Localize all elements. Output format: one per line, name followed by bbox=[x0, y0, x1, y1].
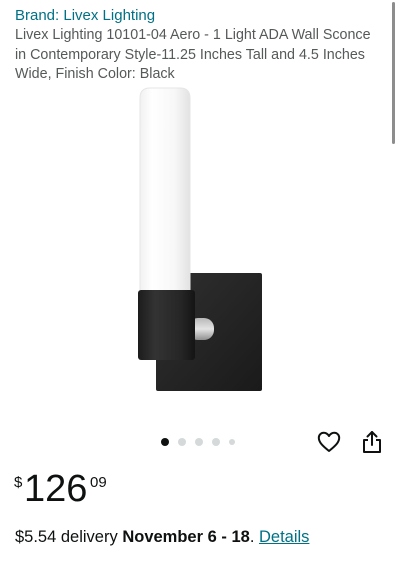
delivery-separator: . bbox=[249, 528, 259, 546]
share-button[interactable] bbox=[358, 428, 386, 456]
wishlist-button[interactable] bbox=[315, 428, 343, 456]
price-currency-symbol: $ bbox=[14, 474, 23, 491]
carousel-dot[interactable] bbox=[195, 438, 203, 446]
product-title: Livex Lighting 10101-04 Aero - 1 Light A… bbox=[15, 27, 371, 82]
heart-icon bbox=[317, 431, 341, 452]
delivery-details-link[interactable]: Details bbox=[259, 528, 309, 546]
product-detail-page: Brand: Livex Lighting Livex Lighting 101… bbox=[0, 0, 400, 563]
share-icon bbox=[363, 431, 381, 453]
product-image[interactable] bbox=[128, 84, 268, 400]
carousel-dot[interactable] bbox=[161, 438, 169, 446]
delivery-info: $5.54 delivery November 6 - 18. Details bbox=[15, 527, 309, 547]
wall-sconce-image bbox=[138, 87, 262, 391]
delivery-cost: $5.54 delivery bbox=[15, 528, 123, 546]
carousel-dot[interactable] bbox=[212, 438, 220, 446]
scrollbar[interactable] bbox=[392, 2, 395, 144]
carousel-dot[interactable] bbox=[178, 438, 186, 446]
image-carousel-dots[interactable] bbox=[161, 437, 244, 447]
delivery-date: November 6 - 18 bbox=[122, 528, 250, 546]
price-fraction: 09 bbox=[90, 474, 107, 491]
price-whole: 126 bbox=[24, 468, 88, 510]
carousel-dot[interactable] bbox=[229, 439, 235, 445]
brand-link[interactable]: Brand: Livex Lighting bbox=[15, 7, 155, 25]
